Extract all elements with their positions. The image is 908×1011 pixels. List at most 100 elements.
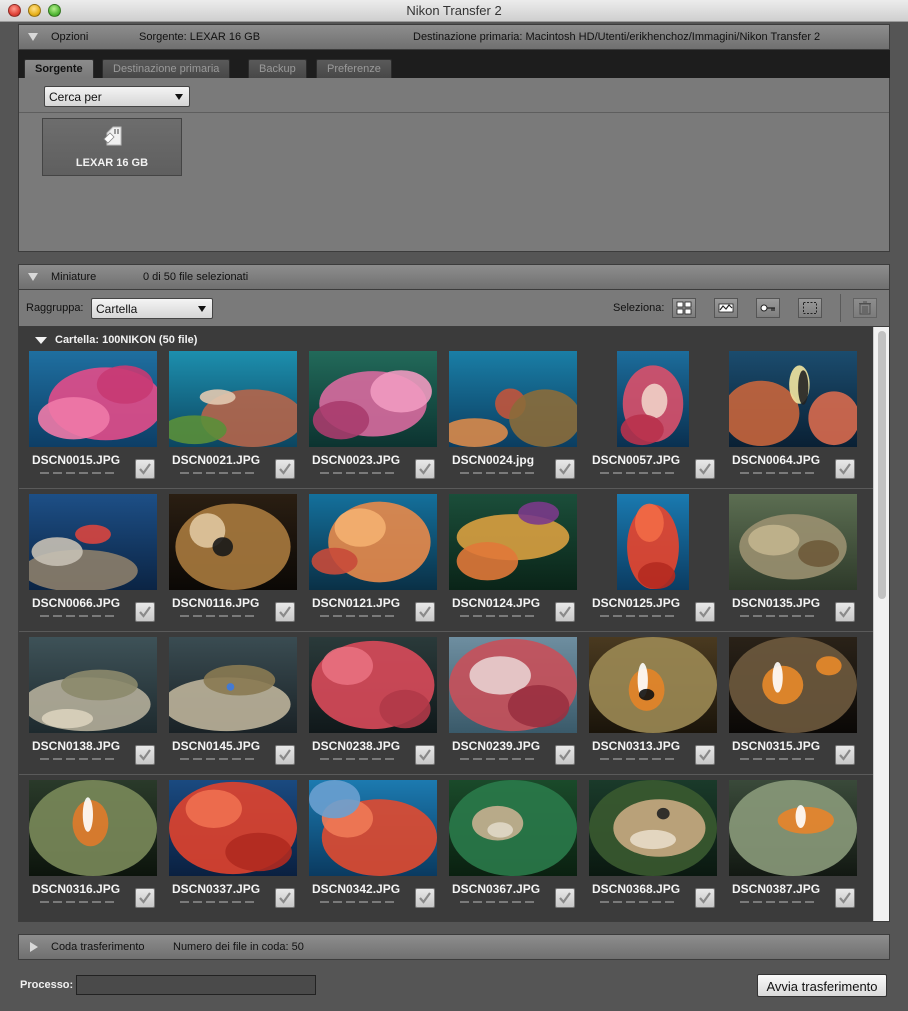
rating-dashes[interactable] — [600, 901, 676, 903]
rating-dashes[interactable] — [320, 758, 396, 760]
thumbnail-item[interactable]: DSCN0021.JPG — [169, 351, 309, 489]
thumbnail-checkbox[interactable] — [415, 602, 435, 622]
thumbnail-image[interactable] — [169, 637, 297, 733]
thumbnail-item[interactable]: DSCN0024.jpg — [449, 351, 589, 489]
thumbnail-item[interactable]: DSCN0121.JPG — [309, 494, 449, 632]
thumbnail-item[interactable]: DSCN0342.JPG — [309, 780, 449, 918]
rating-dashes[interactable] — [180, 758, 256, 760]
thumbnail-checkbox[interactable] — [135, 745, 155, 765]
thumbnail-image[interactable] — [309, 351, 437, 447]
rating-dashes[interactable] — [740, 901, 816, 903]
thumbnails-header[interactable]: Miniature 0 di 50 file selezionati — [18, 264, 890, 290]
collapse-thumbnails-icon[interactable] — [28, 273, 38, 281]
select-protected-button[interactable] — [756, 298, 780, 318]
thumbnail-image[interactable] — [589, 637, 717, 733]
thumbnail-checkbox[interactable] — [275, 602, 295, 622]
transfer-queue-header[interactable]: Coda trasferimento Numero dei file in co… — [18, 934, 890, 960]
thumbnail-checkbox[interactable] — [555, 459, 575, 479]
thumbnail-image[interactable] — [729, 780, 857, 876]
thumbnail-image[interactable] — [449, 637, 577, 733]
tab-primary-destination[interactable]: Destinazione primaria — [102, 59, 231, 78]
thumbnail-checkbox[interactable] — [415, 888, 435, 908]
thumbnail-item[interactable]: DSCN0315.JPG — [729, 637, 869, 775]
thumbnail-checkbox[interactable] — [695, 459, 715, 479]
rating-dashes[interactable] — [460, 758, 536, 760]
tab-source[interactable]: Sorgente — [24, 59, 94, 78]
thumbnail-item[interactable]: DSCN0367.JPG — [449, 780, 589, 918]
vertical-scrollbar[interactable] — [873, 327, 889, 921]
device-lexar-card[interactable]: LEXAR 16 GB — [42, 118, 182, 176]
thumbnail-item[interactable]: DSCN0064.JPG — [729, 351, 869, 489]
thumbnail-image[interactable] — [169, 780, 297, 876]
tab-preferences[interactable]: Preferenze — [316, 59, 392, 78]
rating-dashes[interactable] — [740, 472, 816, 474]
thumbnail-image[interactable] — [309, 780, 437, 876]
thumbnail-item[interactable]: DSCN0238.JPG — [309, 637, 449, 775]
rating-dashes[interactable] — [460, 472, 536, 474]
thumbnail-image[interactable] — [29, 494, 157, 590]
rating-dashes[interactable] — [180, 472, 256, 474]
thumbnail-image[interactable] — [309, 637, 437, 733]
thumbnail-checkbox[interactable] — [695, 888, 715, 908]
thumbnail-checkbox[interactable] — [135, 602, 155, 622]
rating-dashes[interactable] — [600, 758, 676, 760]
thumbnail-image[interactable] — [309, 494, 437, 590]
thumbnail-item[interactable]: DSCN0239.JPG — [449, 637, 589, 775]
thumbnail-image[interactable] — [169, 494, 297, 590]
thumbnail-item[interactable]: DSCN0023.JPG — [309, 351, 449, 489]
scrollbar-thumb[interactable] — [878, 331, 886, 599]
thumbnail-checkbox[interactable] — [555, 745, 575, 765]
rating-dashes[interactable] — [40, 615, 116, 617]
rating-dashes[interactable] — [460, 615, 536, 617]
thumbnail-checkbox[interactable] — [695, 602, 715, 622]
thumbnail-image[interactable] — [449, 351, 577, 447]
thumbnail-checkbox[interactable] — [835, 459, 855, 479]
thumbnail-checkbox[interactable] — [555, 888, 575, 908]
search-by-select[interactable]: Cerca per — [44, 86, 190, 107]
rating-dashes[interactable] — [460, 901, 536, 903]
thumbnail-checkbox[interactable] — [835, 602, 855, 622]
thumbnail-item[interactable]: DSCN0368.JPG — [589, 780, 729, 918]
thumbnail-checkbox[interactable] — [135, 888, 155, 908]
thumbnail-checkbox[interactable] — [415, 745, 435, 765]
rating-dashes[interactable] — [40, 901, 116, 903]
thumbnail-item[interactable]: DSCN0066.JPG — [29, 494, 169, 632]
deselect-button[interactable] — [798, 298, 822, 318]
thumbnail-item[interactable]: DSCN0057.JPG — [589, 351, 729, 489]
thumbnail-image[interactable] — [449, 494, 577, 590]
rating-dashes[interactable] — [600, 472, 676, 474]
rating-dashes[interactable] — [320, 901, 396, 903]
thumbnail-image[interactable] — [29, 637, 157, 733]
thumbnail-item[interactable]: DSCN0145.JPG — [169, 637, 309, 775]
group-select[interactable]: Cartella — [91, 298, 213, 319]
rating-dashes[interactable] — [40, 472, 116, 474]
thumbnail-image[interactable] — [729, 494, 857, 590]
thumbnail-checkbox[interactable] — [275, 745, 295, 765]
tab-backup[interactable]: Backup — [248, 59, 307, 78]
thumbnail-item[interactable]: DSCN0135.JPG — [729, 494, 869, 632]
thumbnail-checkbox[interactable] — [275, 888, 295, 908]
thumbnail-checkbox[interactable] — [835, 888, 855, 908]
thumbnail-checkbox[interactable] — [415, 459, 435, 479]
thumbnail-checkbox[interactable] — [135, 459, 155, 479]
thumbnail-item[interactable]: DSCN0124.JPG — [449, 494, 589, 632]
rating-dashes[interactable] — [600, 615, 676, 617]
rating-dashes[interactable] — [180, 615, 256, 617]
collapse-folder-icon[interactable] — [35, 337, 47, 344]
thumbnail-checkbox[interactable] — [695, 745, 715, 765]
rating-dashes[interactable] — [320, 615, 396, 617]
thumbnail-item[interactable]: DSCN0015.JPG — [29, 351, 169, 489]
rating-dashes[interactable] — [320, 472, 396, 474]
thumbnail-item[interactable]: DSCN0116.JPG — [169, 494, 309, 632]
collapse-options-icon[interactable] — [28, 33, 38, 41]
thumbnail-item[interactable]: DSCN0313.JPG — [589, 637, 729, 775]
thumbnail-image[interactable] — [449, 780, 577, 876]
thumbnail-image[interactable] — [729, 351, 857, 447]
thumbnail-checkbox[interactable] — [275, 459, 295, 479]
thumbnail-image[interactable] — [617, 494, 689, 590]
thumbnail-item[interactable]: DSCN0125.JPG — [589, 494, 729, 632]
rating-dashes[interactable] — [180, 901, 256, 903]
select-all-button[interactable] — [672, 298, 696, 318]
thumbnail-image[interactable] — [29, 780, 157, 876]
rating-dashes[interactable] — [40, 758, 116, 760]
